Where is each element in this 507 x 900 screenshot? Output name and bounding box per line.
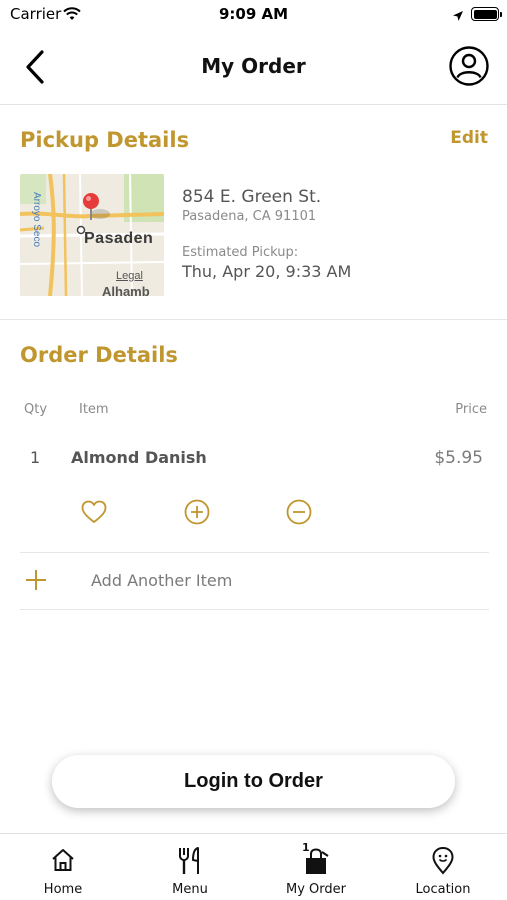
- pickup-address-city: Pasadena, CA 91101: [182, 209, 317, 224]
- map-legal-link[interactable]: Legal: [116, 270, 143, 282]
- section-divider: [0, 319, 507, 320]
- login-to-order-button[interactable]: Login to Order: [52, 755, 455, 808]
- map-street-label: Arroyo Seco: [31, 192, 42, 248]
- utensils-icon: [179, 847, 199, 874]
- minus-circle-icon: [286, 499, 312, 525]
- edit-pickup-button[interactable]: Edit: [450, 128, 488, 148]
- column-header-qty: Qty: [24, 402, 48, 417]
- tab-home-label: Home: [43, 882, 83, 897]
- tab-my-order[interactable]: 1 My Order: [253, 834, 379, 900]
- order-item-price: $5.95: [434, 448, 483, 468]
- column-header-item: Item: [79, 402, 109, 417]
- page-title: My Order: [201, 54, 306, 78]
- user-circle-icon: [449, 46, 489, 86]
- heart-icon: [81, 500, 107, 523]
- estimated-pickup-time: Thu, Apr 20, 9:33 AM: [182, 262, 352, 281]
- pickup-details-title: Pickup Details: [20, 128, 190, 152]
- battery-icon: [471, 7, 502, 21]
- add-another-item-label: Add Another Item: [91, 571, 233, 590]
- pickup-map[interactable]: Arroyo Seco Pasaden Legal Alhamb: [20, 174, 164, 296]
- tab-bar: Home Menu 1 My Order Location: [0, 833, 507, 900]
- plus-icon: [26, 570, 46, 590]
- favorite-button[interactable]: [80, 498, 108, 526]
- order-item-qty: 1: [30, 448, 41, 467]
- location-arrow-icon: [452, 7, 464, 26]
- row-divider: [20, 609, 489, 610]
- tab-my-order-label: My Order: [286, 882, 346, 897]
- nav-bar: My Order: [0, 30, 507, 105]
- tab-location-label: Location: [415, 882, 471, 897]
- row-divider: [20, 552, 489, 553]
- tab-location[interactable]: Location: [380, 834, 506, 900]
- profile-button[interactable]: [448, 45, 490, 87]
- increase-quantity-button[interactable]: [183, 498, 211, 526]
- order-details-title: Order Details: [20, 343, 178, 367]
- tab-menu-label: Menu: [172, 882, 208, 897]
- map-city-label: Pasaden: [84, 230, 154, 247]
- order-item-name: Almond Danish: [71, 448, 207, 467]
- plus-circle-icon: [184, 499, 210, 525]
- tab-home[interactable]: Home: [0, 834, 126, 900]
- add-another-item-button[interactable]: Add Another Item: [20, 556, 489, 608]
- status-bar: Carrier 9:09 AM: [0, 0, 507, 30]
- estimated-pickup-label: Estimated Pickup:: [182, 245, 299, 260]
- tab-menu[interactable]: Menu: [127, 834, 253, 900]
- decrease-quantity-button[interactable]: [285, 498, 313, 526]
- column-header-price: Price: [455, 402, 487, 417]
- home-icon: [52, 849, 74, 871]
- pickup-address-street: 854 E. Green St.: [182, 187, 322, 207]
- map-area-label: Alhamb: [102, 284, 150, 296]
- bag-icon: [306, 848, 329, 874]
- location-pin-icon: [432, 846, 454, 875]
- clock: 9:09 AM: [218, 5, 289, 23]
